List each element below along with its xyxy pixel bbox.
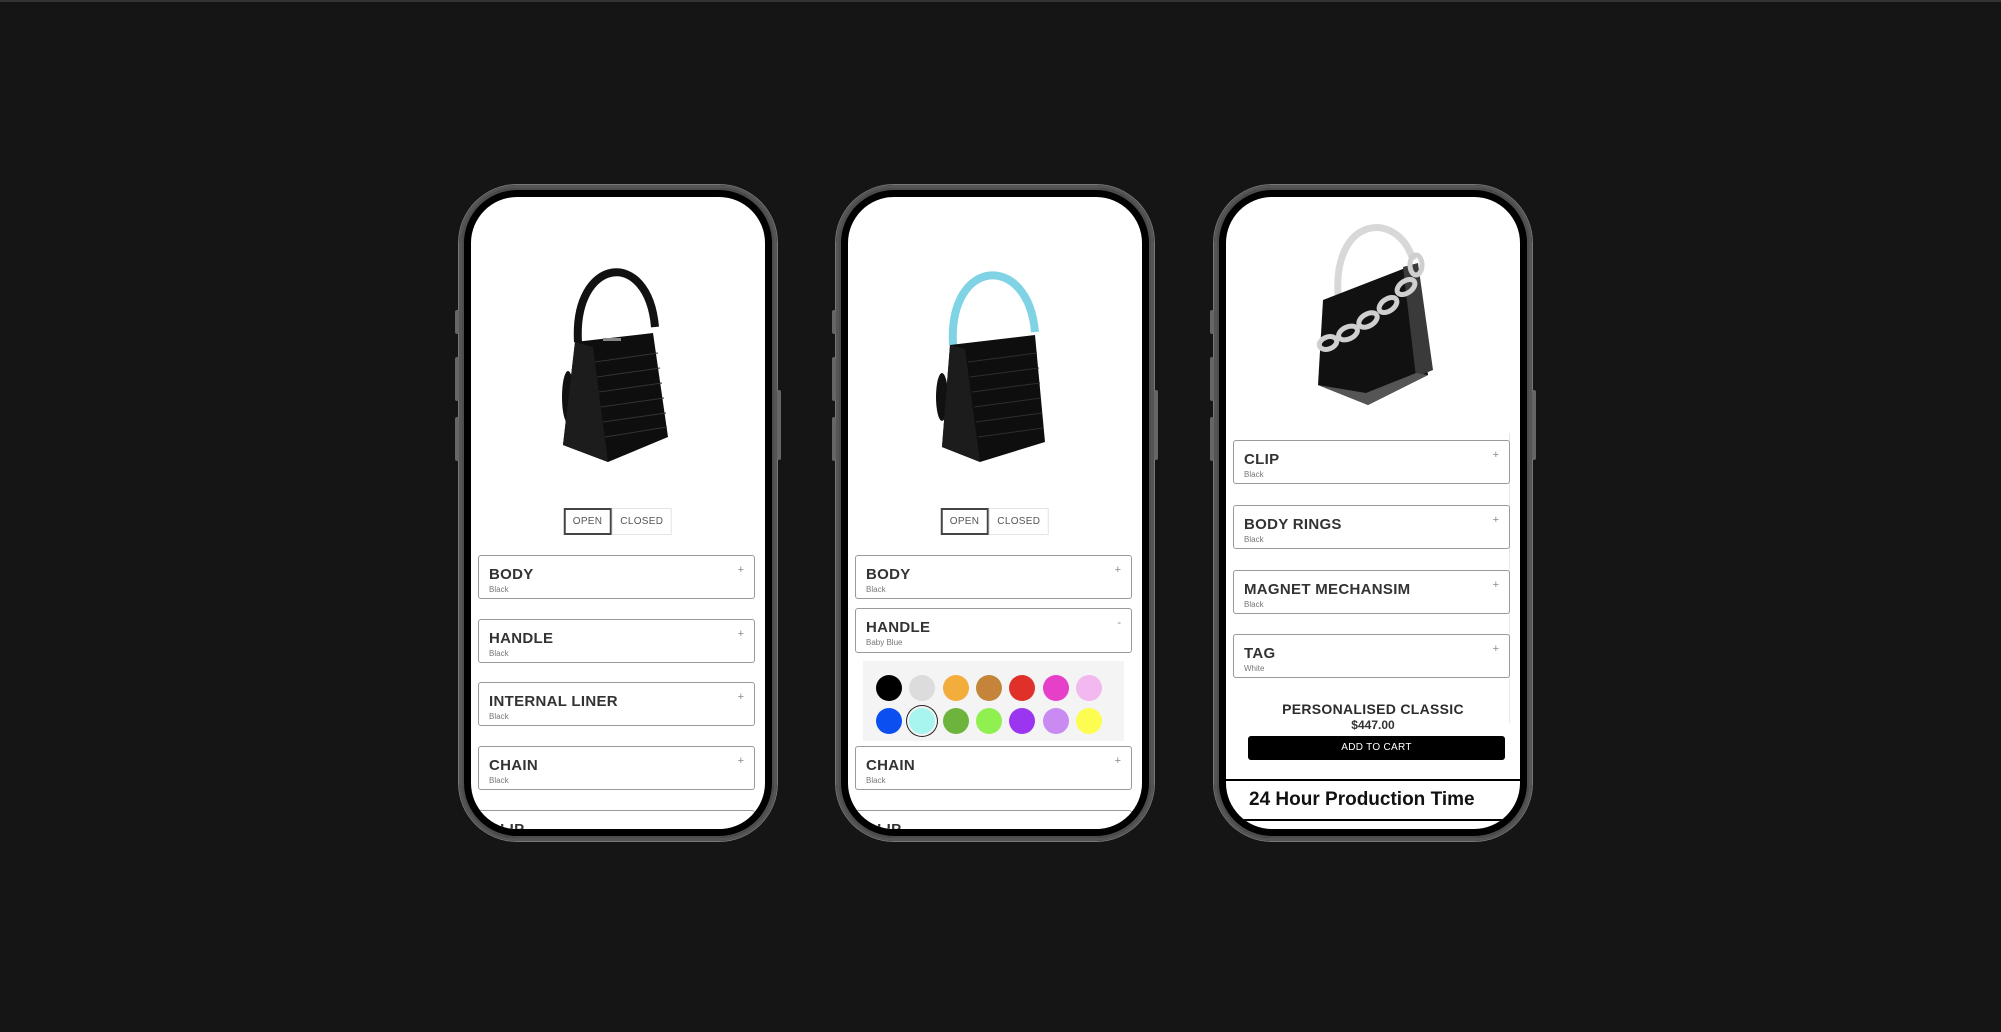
option-value: Black bbox=[489, 649, 509, 658]
color-swatch-black[interactable] bbox=[876, 675, 902, 701]
color-swatch-lilac[interactable] bbox=[1042, 708, 1069, 734]
option-value: Baby Blue bbox=[866, 638, 903, 647]
option-title: BODY RINGS bbox=[1244, 516, 1342, 533]
color-swatch-blue[interactable] bbox=[876, 708, 902, 734]
color-swatch-picker bbox=[863, 661, 1124, 741]
option-title: MAGNET MECHANSIM bbox=[1244, 581, 1411, 598]
option-title: CHAIN bbox=[489, 757, 538, 774]
handbag-image bbox=[936, 271, 1045, 462]
option-title: HANDLE bbox=[489, 630, 554, 647]
option-clip[interactable]: CLIP Black + bbox=[1233, 440, 1510, 484]
product-price: $447.00 bbox=[1351, 718, 1395, 732]
expand-plus-icon[interactable]: + bbox=[1493, 643, 1499, 655]
option-value: Black bbox=[1244, 600, 1264, 609]
marquee-banner: 24 Hour Production Time 24 Hour Productio… bbox=[1226, 779, 1520, 821]
option-value: Black bbox=[866, 776, 886, 785]
expand-plus-icon[interactable]: + bbox=[738, 691, 744, 703]
option-body-rings[interactable]: BODY RINGS Black + bbox=[1233, 505, 1510, 549]
option-title: CLIP bbox=[1244, 451, 1280, 468]
option-internal-liner[interactable]: INTERNAL LINER Black + bbox=[478, 682, 755, 726]
mute-switch bbox=[1210, 310, 1214, 334]
option-body[interactable]: BODY Black + bbox=[478, 555, 755, 599]
color-swatch-lime[interactable] bbox=[975, 708, 1002, 734]
mute-switch bbox=[455, 310, 459, 334]
expand-plus-icon[interactable]: + bbox=[1493, 514, 1499, 526]
phone-mockup-1: OPEN CLOSED BODY Black + HANDLE Black + … bbox=[455, 185, 781, 841]
product-image bbox=[848, 197, 1142, 497]
color-swatch-magenta[interactable] bbox=[1042, 675, 1069, 701]
open-toggle-button[interactable]: OPEN bbox=[563, 508, 612, 535]
volume-up-button bbox=[455, 357, 459, 401]
expand-plus-icon[interactable]: + bbox=[1493, 579, 1499, 591]
option-tag[interactable]: TAG White + bbox=[1233, 634, 1510, 678]
expand-plus-icon[interactable]: + bbox=[738, 628, 744, 640]
option-value: Black bbox=[866, 585, 886, 594]
color-swatch-purple[interactable] bbox=[1009, 708, 1036, 734]
product-summary: PERSONALISED CLASSIC $447.00 bbox=[1226, 701, 1520, 732]
option-title: BODY bbox=[866, 566, 911, 583]
option-title: BODY bbox=[489, 566, 534, 583]
open-closed-toggle: OPEN CLOSED bbox=[563, 508, 673, 535]
expand-plus-icon[interactable]: + bbox=[738, 755, 744, 767]
power-button bbox=[777, 390, 781, 460]
color-swatch-green[interactable] bbox=[942, 708, 969, 734]
expand-plus-icon[interactable]: + bbox=[1115, 755, 1121, 767]
option-value: Black bbox=[489, 776, 509, 785]
add-to-cart-button[interactable]: ADD TO CART bbox=[1248, 736, 1505, 760]
option-handle[interactable]: HANDLE Black + bbox=[478, 619, 755, 663]
volume-up-button bbox=[832, 357, 836, 401]
color-swatch-red[interactable] bbox=[1009, 675, 1036, 701]
open-toggle-button[interactable]: OPEN bbox=[940, 508, 989, 535]
color-swatch-orange[interactable] bbox=[942, 675, 969, 701]
option-title: CHAIN bbox=[866, 757, 915, 774]
color-swatch-yellow[interactable] bbox=[1075, 708, 1102, 734]
marquee-text: 24 Hour Production Time bbox=[1249, 789, 1475, 810]
option-value: Black bbox=[489, 712, 509, 721]
option-value: Black bbox=[1244, 535, 1264, 544]
product-image bbox=[471, 197, 765, 497]
volume-up-button bbox=[1210, 357, 1214, 401]
option-clip-partial[interactable]: CLIP bbox=[478, 810, 755, 829]
color-swatch-pink[interactable] bbox=[1075, 675, 1102, 701]
option-value: Black bbox=[489, 585, 509, 594]
closed-toggle-button[interactable]: CLOSED bbox=[611, 508, 673, 535]
closed-toggle-button[interactable]: CLOSED bbox=[988, 508, 1050, 535]
option-title: INTERNAL LINER bbox=[489, 693, 618, 710]
option-clip-partial[interactable]: CLIP bbox=[855, 810, 1132, 829]
screen: OPEN CLOSED BODY Black + HANDLE Baby Blu… bbox=[848, 197, 1142, 829]
collapse-minus-icon[interactable]: - bbox=[1117, 617, 1121, 629]
product-name: PERSONALISED CLASSIC bbox=[1282, 701, 1464, 717]
option-chain[interactable]: CHAIN Black + bbox=[478, 746, 755, 790]
option-title: HANDLE bbox=[866, 619, 931, 636]
mute-switch bbox=[832, 310, 836, 334]
option-value: White bbox=[1244, 664, 1265, 673]
phone-mockup-2: OPEN CLOSED BODY Black + HANDLE Baby Blu… bbox=[832, 185, 1158, 841]
option-title: TAG bbox=[1244, 645, 1276, 662]
phone-mockup-3: CLIP Black + BODY RINGS Black + MAGNET M… bbox=[1210, 185, 1536, 841]
option-value: Black bbox=[1244, 470, 1264, 479]
screen: CLIP Black + BODY RINGS Black + MAGNET M… bbox=[1226, 197, 1520, 829]
color-swatch-tan[interactable] bbox=[975, 675, 1002, 701]
marquee-text: 24 Hour Production Time bbox=[1505, 781, 1520, 819]
option-handle-expanded[interactable]: HANDLE Baby Blue - bbox=[855, 608, 1132, 653]
open-closed-toggle: OPEN CLOSED bbox=[940, 508, 1050, 535]
handbag-image bbox=[562, 268, 668, 462]
handbag-image bbox=[1316, 224, 1433, 405]
expand-plus-icon[interactable]: + bbox=[1115, 564, 1121, 576]
power-button bbox=[1532, 390, 1536, 460]
option-chain[interactable]: CHAIN Black + bbox=[855, 746, 1132, 790]
option-title: CLIP bbox=[489, 821, 524, 829]
option-magnet-mechanism[interactable]: MAGNET MECHANSIM Black + bbox=[1233, 570, 1510, 614]
color-swatch-baby-blue[interactable] bbox=[909, 708, 936, 734]
color-swatch-light-grey[interactable] bbox=[909, 675, 936, 701]
power-button bbox=[1154, 390, 1158, 460]
volume-down-button bbox=[1210, 417, 1214, 461]
expand-plus-icon[interactable]: + bbox=[738, 564, 744, 576]
expand-plus-icon[interactable]: + bbox=[1493, 449, 1499, 461]
option-title: CLIP bbox=[866, 821, 901, 829]
screen: OPEN CLOSED BODY Black + HANDLE Black + … bbox=[471, 197, 765, 829]
option-body[interactable]: BODY Black + bbox=[855, 555, 1132, 599]
volume-down-button bbox=[455, 417, 459, 461]
volume-down-button bbox=[832, 417, 836, 461]
